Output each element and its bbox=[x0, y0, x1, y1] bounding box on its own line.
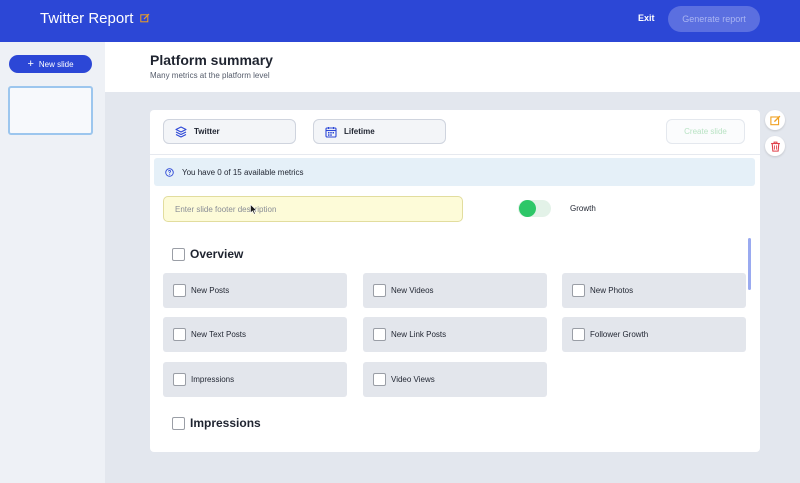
metric-checkbox[interactable] bbox=[572, 284, 585, 297]
metric-label: New Text Posts bbox=[191, 330, 246, 339]
metrics-info-text: You have 0 of 15 available metrics bbox=[182, 167, 304, 177]
page-subtitle: Many metrics at the platform level bbox=[150, 71, 270, 80]
section-checkbox[interactable] bbox=[172, 416, 185, 430]
metric-checkbox[interactable] bbox=[173, 373, 186, 386]
period-label: Lifetime bbox=[344, 127, 375, 136]
metric-label: Impressions bbox=[191, 375, 235, 384]
metric-label: New Photos bbox=[590, 286, 634, 295]
metric-checkbox[interactable] bbox=[373, 373, 386, 386]
section-overview[interactable]: Overview bbox=[172, 247, 243, 261]
metric-new-text-posts[interactable]: New Text Posts bbox=[163, 317, 347, 352]
metric-new-photos[interactable]: New Photos bbox=[562, 273, 746, 308]
trash-icon bbox=[770, 141, 780, 152]
section-checkbox[interactable] bbox=[172, 247, 185, 261]
platform-selector[interactable]: Twitter bbox=[163, 119, 296, 144]
plus-icon: + bbox=[27, 57, 34, 70]
delete-slide-button[interactable] bbox=[765, 136, 785, 156]
new-slide-label: New slide bbox=[38, 59, 74, 69]
page-title: Platform summary bbox=[150, 52, 273, 68]
metric-label: Follower Growth bbox=[590, 330, 649, 339]
new-slide-button[interactable]: + New slide bbox=[9, 55, 92, 73]
metric-checkbox[interactable] bbox=[373, 328, 386, 341]
slide-thumbnail[interactable] bbox=[8, 86, 93, 135]
metric-new-posts[interactable]: New Posts bbox=[163, 273, 347, 308]
metric-label: Video Views bbox=[391, 375, 435, 384]
metric-checkbox[interactable] bbox=[173, 284, 186, 297]
edit-icon[interactable] bbox=[140, 13, 150, 23]
period-selector[interactable]: Lifetime bbox=[313, 119, 446, 144]
layers-icon bbox=[175, 125, 187, 138]
growth-toggle[interactable] bbox=[518, 200, 551, 217]
app-title: Twitter Report bbox=[40, 10, 134, 27]
growth-label: Growth bbox=[570, 204, 596, 213]
metric-checkbox[interactable] bbox=[373, 284, 386, 297]
section-title: Overview bbox=[190, 247, 244, 261]
metric-label: New Link Posts bbox=[391, 330, 447, 339]
calendar-icon bbox=[325, 126, 337, 138]
metric-label: New Videos bbox=[391, 286, 434, 295]
generate-report-button[interactable]: Generate report bbox=[668, 6, 760, 32]
scrollbar[interactable] bbox=[748, 238, 751, 290]
platform-label: Twitter bbox=[194, 127, 220, 136]
metric-checkbox[interactable] bbox=[572, 328, 585, 341]
divider bbox=[150, 154, 760, 155]
edit-slide-button[interactable] bbox=[765, 110, 785, 130]
metrics-info-banner: You have 0 of 15 available metrics bbox=[154, 158, 755, 186]
metric-impressions[interactable]: Impressions bbox=[163, 362, 347, 397]
toggle-knob bbox=[519, 200, 536, 217]
section-title: Impressions bbox=[190, 416, 261, 430]
metric-new-link-posts[interactable]: New Link Posts bbox=[363, 317, 547, 352]
create-slide-button[interactable]: Create slide bbox=[666, 119, 745, 144]
metric-video-views[interactable]: Video Views bbox=[363, 362, 547, 397]
metric-label: New Posts bbox=[191, 286, 230, 295]
metric-checkbox[interactable] bbox=[173, 328, 186, 341]
slide-footer-input[interactable] bbox=[163, 196, 463, 222]
metric-follower-growth[interactable]: Follower Growth bbox=[562, 317, 746, 352]
info-icon bbox=[165, 167, 174, 177]
exit-button[interactable]: Exit bbox=[638, 13, 655, 23]
section-impressions[interactable]: Impressions bbox=[172, 416, 261, 430]
mouse-cursor-icon bbox=[250, 204, 258, 215]
metric-new-videos[interactable]: New Videos bbox=[363, 273, 547, 308]
edit-icon bbox=[769, 115, 780, 125]
